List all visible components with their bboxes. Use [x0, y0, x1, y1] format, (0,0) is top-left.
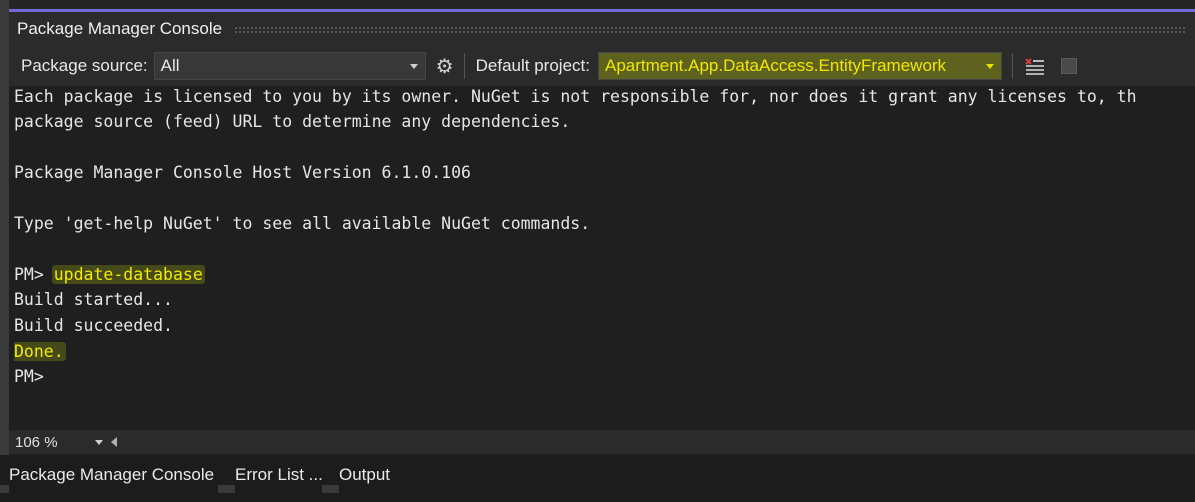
done-text: Done.: [14, 342, 66, 361]
console-status-bar: 106 %: [9, 430, 1195, 454]
console-line: Build started...: [14, 290, 173, 309]
console-prompt-line: PM> update-database: [14, 264, 205, 286]
console-line: Each package is licensed to you by its o…: [14, 87, 1137, 106]
package-source-select[interactable]: All: [153, 52, 426, 80]
left-edge: [0, 0, 9, 455]
default-project-value: Apartment.App.DataAccess.EntityFramework: [604, 56, 947, 75]
clear-console-icon[interactable]: [1023, 54, 1047, 78]
tab-underline: [0, 485, 9, 493]
console-line: Package Manager Console Host Version 6.1…: [14, 163, 471, 182]
toolbar-separator: [1011, 53, 1013, 79]
panel-title: Package Manager Console: [17, 19, 223, 38]
chevron-down-icon: [409, 64, 418, 69]
tab-output[interactable]: Output: [339, 455, 390, 495]
panel-title-bar[interactable]: Package Manager Console: [9, 12, 1195, 46]
tab-error-list[interactable]: Error List ...: [235, 455, 323, 495]
zoom-level[interactable]: 106 %: [15, 434, 75, 451]
toolbar-separator: [463, 53, 465, 79]
console-line: Type 'get-help NuGet' to see all availab…: [14, 214, 591, 233]
console-prompt[interactable]: PM>: [14, 366, 44, 388]
package-source-label: Package source:: [21, 56, 148, 75]
command-text: update-database: [51, 265, 205, 284]
package-source-value: All: [160, 56, 180, 75]
default-project-label: Default project:: [475, 56, 590, 75]
stop-icon[interactable]: [1060, 58, 1077, 74]
console-line: Build succeeded.: [14, 316, 173, 335]
tab-underline: [322, 485, 339, 493]
chevron-down-icon: [985, 64, 994, 69]
title-grip[interactable]: [234, 25, 1187, 33]
gear-icon[interactable]: ⚙: [432, 53, 458, 79]
console-line-done: Done.: [14, 341, 66, 363]
console-toolbar: Package source: All ⚙ Default project: A…: [9, 46, 1195, 86]
console-line: package source (feed) URL to determine a…: [14, 112, 571, 131]
scroll-left-icon[interactable]: [111, 437, 117, 447]
tab-package-manager-console[interactable]: Package Manager Console: [9, 455, 214, 495]
bottom-tab-strip: Package Manager Console Error List ... O…: [0, 455, 1195, 502]
console-output[interactable]: Each package is licensed to you by its o…: [14, 84, 1195, 429]
chevron-down-icon[interactable]: [95, 439, 103, 445]
prompt: PM>: [14, 265, 54, 284]
tab-underline: [218, 485, 235, 493]
default-project-select[interactable]: Apartment.App.DataAccess.EntityFramework: [597, 52, 1002, 80]
